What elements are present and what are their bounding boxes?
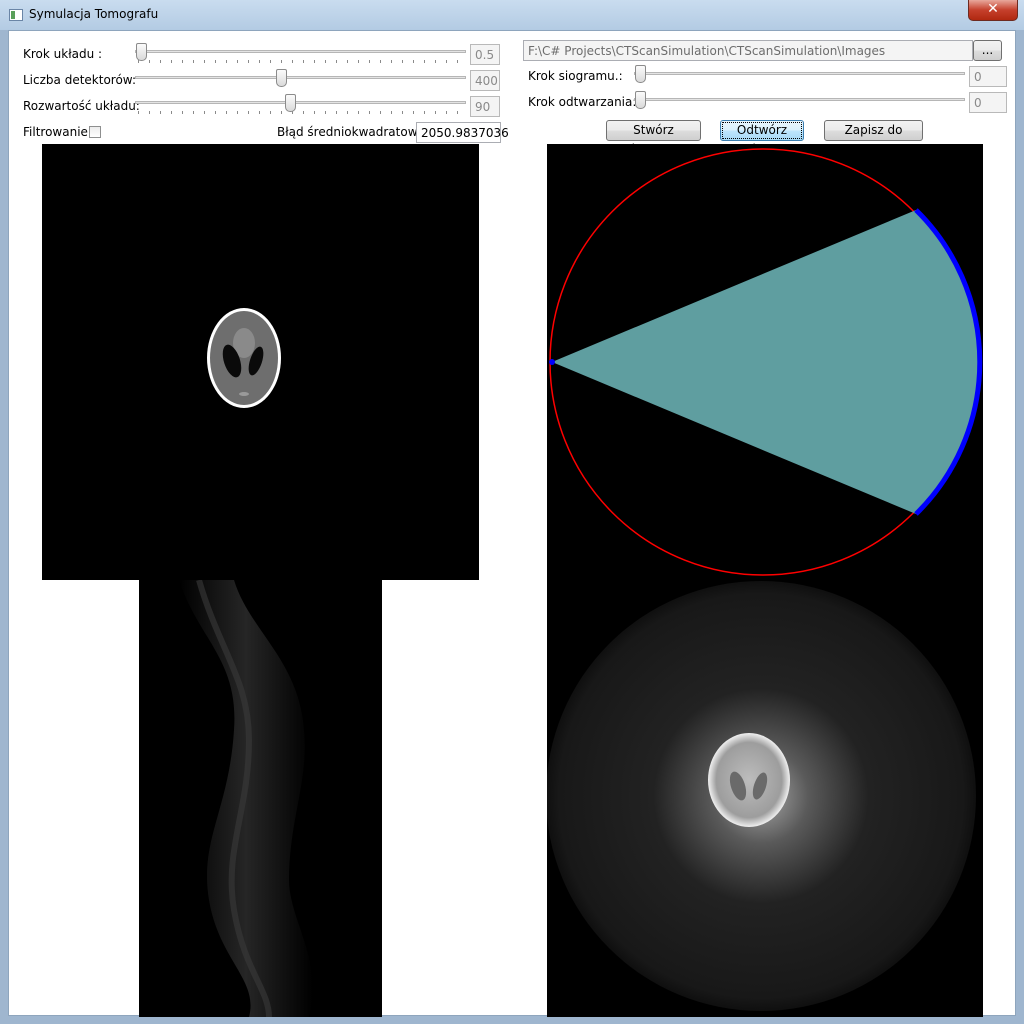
reconstruct-step-track (634, 98, 965, 101)
phantom-image (207, 308, 281, 408)
detectors-slider-track (135, 76, 466, 79)
reconstruction-panel (546, 580, 983, 1017)
sinogram-panel (139, 579, 382, 1018)
scanner-panel (547, 144, 983, 580)
reconstructed-skull (708, 733, 790, 827)
title-bar[interactable]: Symulacja Tomografu ✕ (0, 0, 1024, 30)
reconstructed-image (546, 581, 976, 1011)
sinogram-step-thumb[interactable] (635, 65, 646, 83)
detectors-value: 400 (470, 70, 500, 91)
reconstruct-step-value: 0 (969, 92, 1007, 113)
close-button[interactable]: ✕ (968, 0, 1018, 21)
sinogram-step-value: 0 (969, 66, 1007, 87)
sinogram-image (179, 579, 313, 1018)
source-image-panel (42, 144, 479, 580)
mse-value[interactable]: 2050.9837036 (416, 122, 509, 143)
save-dicom-button[interactable]: Zapisz do DICOM (824, 120, 923, 156)
window-title: Symulacja Tomografu (29, 7, 159, 21)
app-icon (9, 9, 23, 21)
spread-value: 90 (470, 96, 500, 117)
ray-fan (552, 210, 980, 514)
browse-button[interactable]: ... (973, 40, 1002, 61)
main-window-content: Krok układu : 0.5 Liczba detektorów: 400… (8, 30, 1016, 1018)
step-slider-thumb[interactable] (136, 43, 147, 61)
spread-slider-track (135, 101, 466, 104)
spread-slider[interactable] (135, 94, 466, 114)
spread-slider-thumb[interactable] (285, 94, 296, 112)
spread-label: Rozwartość układu: (23, 99, 140, 113)
step-slider-ticks (138, 60, 463, 63)
step-slider[interactable] (135, 43, 466, 63)
close-icon: ✕ (987, 1, 999, 17)
detectors-slider[interactable] (135, 69, 466, 89)
filtering-label: Filtrowanie: (23, 125, 92, 139)
reconstruct-image-button[interactable]: Odtwórz obraz (720, 120, 804, 156)
phantom-small-blob (239, 392, 249, 396)
emitter (549, 359, 555, 365)
reconstruct-step-thumb[interactable] (635, 91, 646, 109)
detectors-slider-thumb[interactable] (276, 69, 287, 87)
reconstruct-step-slider[interactable] (634, 91, 965, 111)
sinogram-step-slider[interactable] (634, 65, 965, 85)
step-value: 0.5 (470, 44, 500, 65)
sinogram-step-label: Krok siogramu.: (528, 69, 623, 83)
detectors-label: Liczba detektorów: (23, 73, 136, 87)
create-sinogram-button[interactable]: Stwórz sinogram (606, 120, 701, 156)
filtering-checkbox[interactable] (89, 126, 101, 138)
mse-label: Błąd średniokwadratowy: (277, 125, 428, 139)
images-path-field[interactable]: F:\C# Projects\CTScanSimulation\CTScanSi… (523, 40, 973, 61)
step-label: Krok układu : (23, 47, 103, 61)
spread-slider-ticks (138, 111, 463, 114)
step-slider-track (135, 50, 466, 53)
reconstruct-step-label: Krok odtwarzania: (528, 95, 637, 109)
sinogram-step-track (634, 72, 965, 75)
scanner-visualization (549, 148, 983, 576)
